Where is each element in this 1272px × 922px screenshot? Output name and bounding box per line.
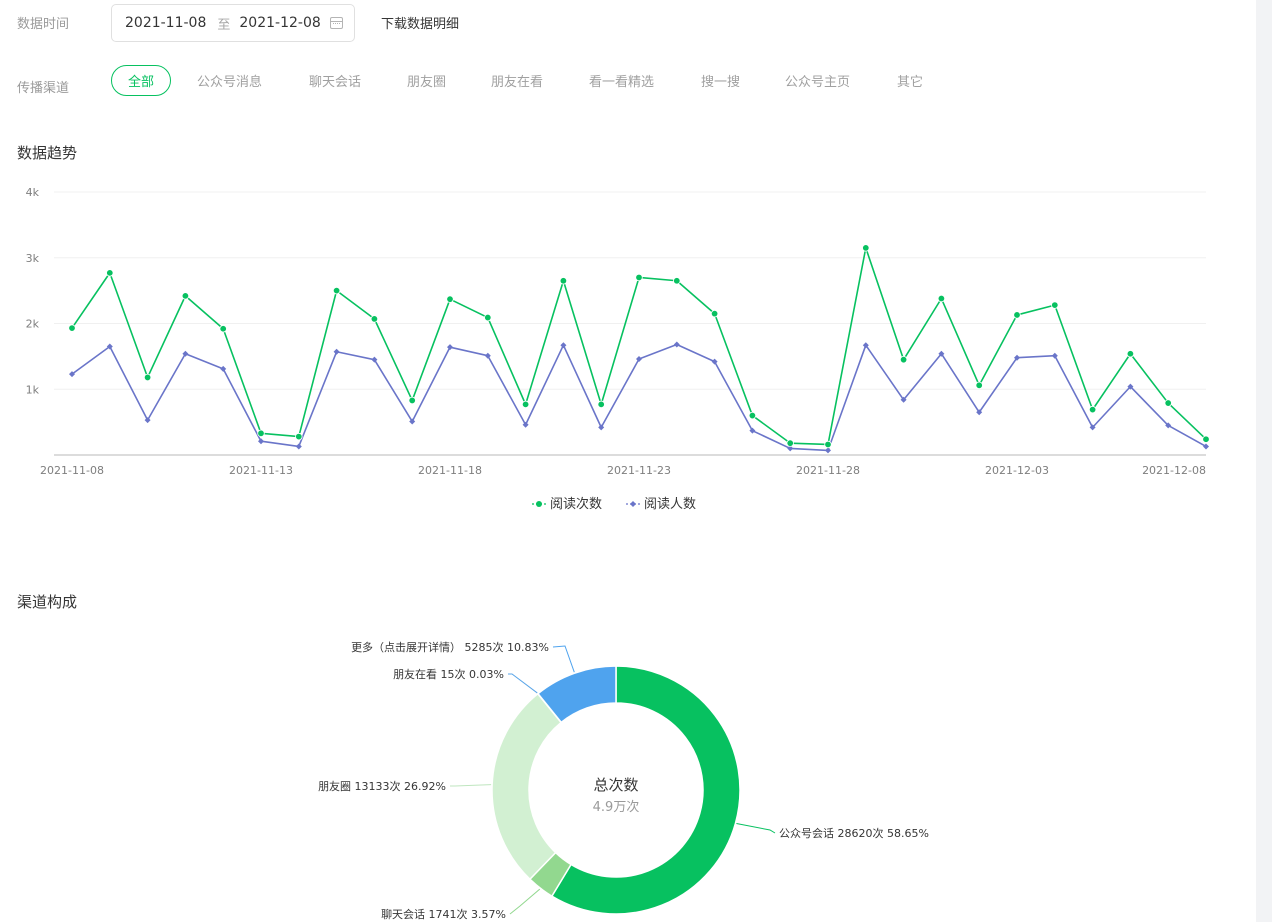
pie-slice-label: 公众号会话 28620次 58.65% bbox=[779, 826, 929, 840]
pie-slice-label: 朋友圈 13133次 26.92% bbox=[318, 779, 446, 793]
donut-center-value: 4.9万次 bbox=[593, 799, 640, 815]
channel-donut-chart: 总次数 4.9万次公众号会话 28620次 58.65% 聊天会话 1741次 3.… bbox=[318, 640, 929, 921]
pie-slice bbox=[491, 692, 563, 881]
pie-leader-line bbox=[552, 645, 575, 673]
pie-leader-line bbox=[509, 888, 541, 915]
pie-slice-label: 聊天会话 1741次 3.57% bbox=[381, 907, 506, 921]
pie-leader-line bbox=[736, 823, 776, 834]
pie-leader-line bbox=[450, 784, 492, 787]
pie-leader-line bbox=[508, 673, 538, 694]
donut-center-title: 总次数 bbox=[593, 776, 638, 794]
pie-slice-label: 更多（点击展开详情） 5285次 10.83% bbox=[351, 640, 549, 654]
pie-slice-label: 朋友在看 15次 0.03% bbox=[393, 667, 504, 681]
